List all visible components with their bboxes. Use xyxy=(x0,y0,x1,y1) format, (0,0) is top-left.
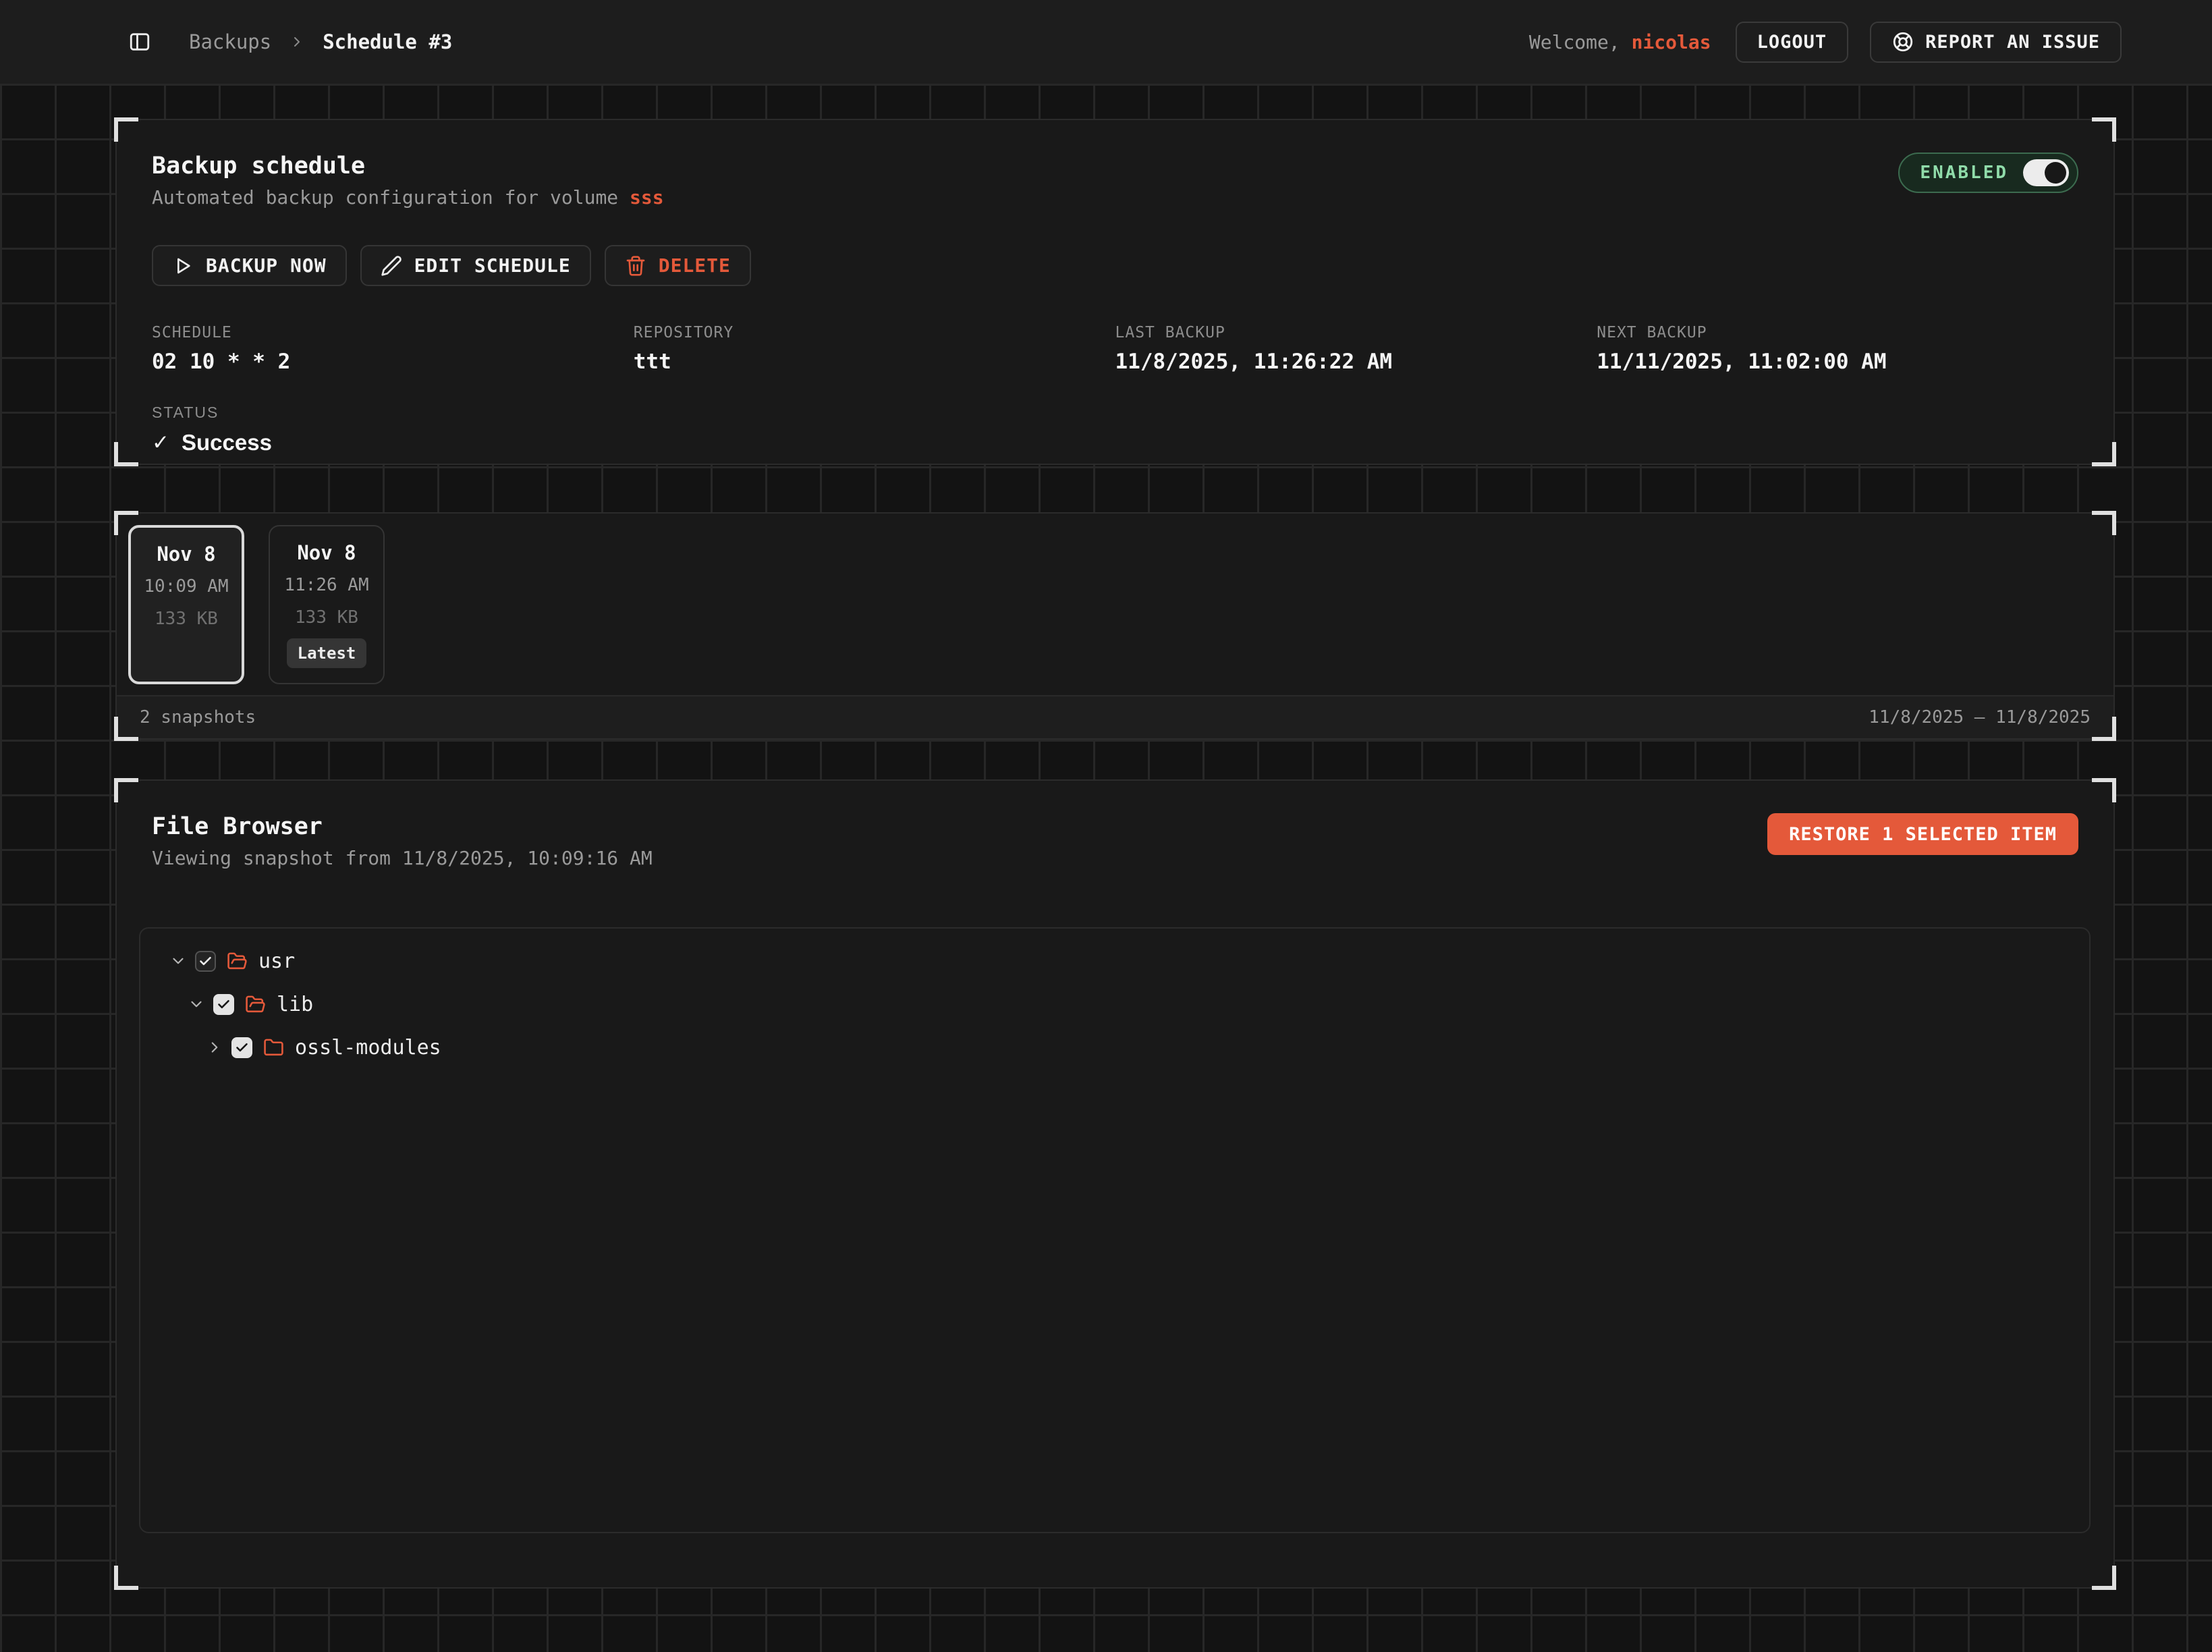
file-browser-title: File Browser xyxy=(152,813,653,840)
toggle-knob xyxy=(2045,162,2066,184)
corner-bracket xyxy=(2092,778,2116,802)
breadcrumb-current-page: Schedule #3 xyxy=(323,30,452,53)
enabled-label: ENABLED xyxy=(1920,163,2008,183)
field-schedule: SCHEDULE 02 10 * * 2 xyxy=(152,324,634,374)
checkbox-ossl-modules[interactable] xyxy=(231,1037,252,1058)
chevron-down-icon[interactable] xyxy=(188,995,205,1013)
trash-icon xyxy=(625,255,646,277)
snapshot-date: Nov 8 xyxy=(157,543,215,566)
field-value: ttt xyxy=(634,350,1115,374)
play-icon xyxy=(172,255,194,277)
username: nicolas xyxy=(1632,31,1711,53)
snapshot-card-latest[interactable]: Nov 8 11:26 AM 133 KB Latest xyxy=(269,525,385,684)
breadcrumb-section[interactable]: Backups xyxy=(189,30,271,53)
tree-row-usr[interactable]: usr xyxy=(140,939,2089,983)
field-label: STATUS xyxy=(152,404,2078,422)
field-value: 11/11/2025, 11:02:00 AM xyxy=(1597,350,2078,374)
corner-bracket xyxy=(114,511,138,535)
report-issue-button[interactable]: REPORT AN ISSUE xyxy=(1870,22,2122,63)
backup-schedule-panel: Backup schedule Automated backup configu… xyxy=(115,119,2115,465)
tree-row-lib[interactable]: lib xyxy=(140,983,2089,1026)
tree-label: ossl-modules xyxy=(295,1036,441,1059)
chevron-down-icon[interactable] xyxy=(169,952,187,970)
enabled-toggle[interactable]: ENABLED xyxy=(1898,153,2078,193)
corner-bracket xyxy=(114,717,138,741)
field-label: SCHEDULE xyxy=(152,324,634,341)
folder-open-icon xyxy=(227,951,248,972)
corner-bracket xyxy=(2092,442,2116,466)
snapshot-time: 11:26 AM xyxy=(284,575,368,595)
chevron-right-icon[interactable] xyxy=(206,1039,223,1056)
toggle-switch[interactable] xyxy=(2023,159,2069,186)
restore-button[interactable]: RESTORE 1 SELECTED ITEM xyxy=(1767,813,2078,855)
tree-row-ossl-modules[interactable]: ossl-modules xyxy=(140,1026,2089,1069)
corner-bracket xyxy=(2092,717,2116,741)
volume-name: sss xyxy=(630,186,664,209)
snapshot-date: Nov 8 xyxy=(297,541,356,564)
check-icon: ✓ xyxy=(152,431,169,455)
checkbox-lib[interactable] xyxy=(213,994,234,1015)
file-browser-subtitle: Viewing snapshot from 11/8/2025, 10:09:1… xyxy=(152,847,653,869)
corner-bracket xyxy=(114,117,138,142)
panel-title: Backup schedule xyxy=(152,153,664,180)
snapshot-time: 10:09 AM xyxy=(144,576,228,597)
folder-open-icon xyxy=(245,994,266,1015)
status-value: ✓ Success xyxy=(152,430,2078,456)
corner-bracket xyxy=(114,442,138,466)
field-next-backup: NEXT BACKUP 11/11/2025, 11:02:00 AM xyxy=(1597,324,2078,374)
sidebar-toggle-button[interactable] xyxy=(128,30,151,53)
snapshot-date-range: 11/8/2025 – 11/8/2025 xyxy=(1869,707,2091,727)
tree-label: lib xyxy=(277,993,313,1016)
corner-bracket xyxy=(114,778,138,802)
file-tree: usr lib ossl-modules xyxy=(139,927,2091,1533)
snapshot-card-selected[interactable]: Nov 8 10:09 AM 133 KB xyxy=(128,525,244,684)
breadcrumb: Backups Schedule #3 xyxy=(189,30,452,53)
top-bar: Backups Schedule #3 Welcome, nicolas LOG… xyxy=(0,0,2212,84)
field-label: LAST BACKUP xyxy=(1115,324,1597,341)
corner-bracket xyxy=(114,1566,138,1590)
chevron-right-icon xyxy=(289,34,305,50)
tree-label: usr xyxy=(258,949,295,973)
field-repository: REPOSITORY ttt xyxy=(634,324,1115,374)
snapshots-footer: 2 snapshots 11/8/2025 – 11/8/2025 xyxy=(117,695,2113,738)
panel-left-icon xyxy=(128,30,151,53)
corner-bracket xyxy=(2092,117,2116,142)
field-value: 11/8/2025, 11:26:22 AM xyxy=(1115,350,1597,374)
snapshot-size: 133 KB xyxy=(155,609,218,629)
lifebuoy-icon xyxy=(1891,30,1914,53)
backup-now-button[interactable]: BACKUP NOW xyxy=(152,245,347,286)
field-value: 02 10 * * 2 xyxy=(152,350,634,374)
delete-button[interactable]: DELETE xyxy=(605,245,751,286)
logout-button[interactable]: LOGOUT xyxy=(1736,22,1849,63)
checkbox-usr[interactable] xyxy=(195,951,216,972)
field-label: NEXT BACKUP xyxy=(1597,324,2078,341)
panel-subtitle: Automated backup configuration for volum… xyxy=(152,186,664,209)
corner-bracket xyxy=(2092,511,2116,535)
welcome-text: Welcome, nicolas xyxy=(1529,31,1711,53)
edit-schedule-button[interactable]: EDIT SCHEDULE xyxy=(360,245,591,286)
file-browser-panel: File Browser Viewing snapshot from 11/8/… xyxy=(115,779,2115,1589)
snapshot-size: 133 KB xyxy=(295,607,358,628)
field-label: REPOSITORY xyxy=(634,324,1115,341)
snapshot-count: 2 snapshots xyxy=(140,707,256,727)
field-status: STATUS ✓ Success xyxy=(152,404,2078,456)
pencil-icon xyxy=(381,255,402,277)
latest-badge: Latest xyxy=(287,638,367,668)
snapshots-panel: Nov 8 10:09 AM 133 KB Nov 8 11:26 AM 133… xyxy=(115,512,2115,740)
field-last-backup: LAST BACKUP 11/8/2025, 11:26:22 AM xyxy=(1115,324,1597,374)
corner-bracket xyxy=(2092,1566,2116,1590)
folder-icon xyxy=(263,1037,284,1058)
